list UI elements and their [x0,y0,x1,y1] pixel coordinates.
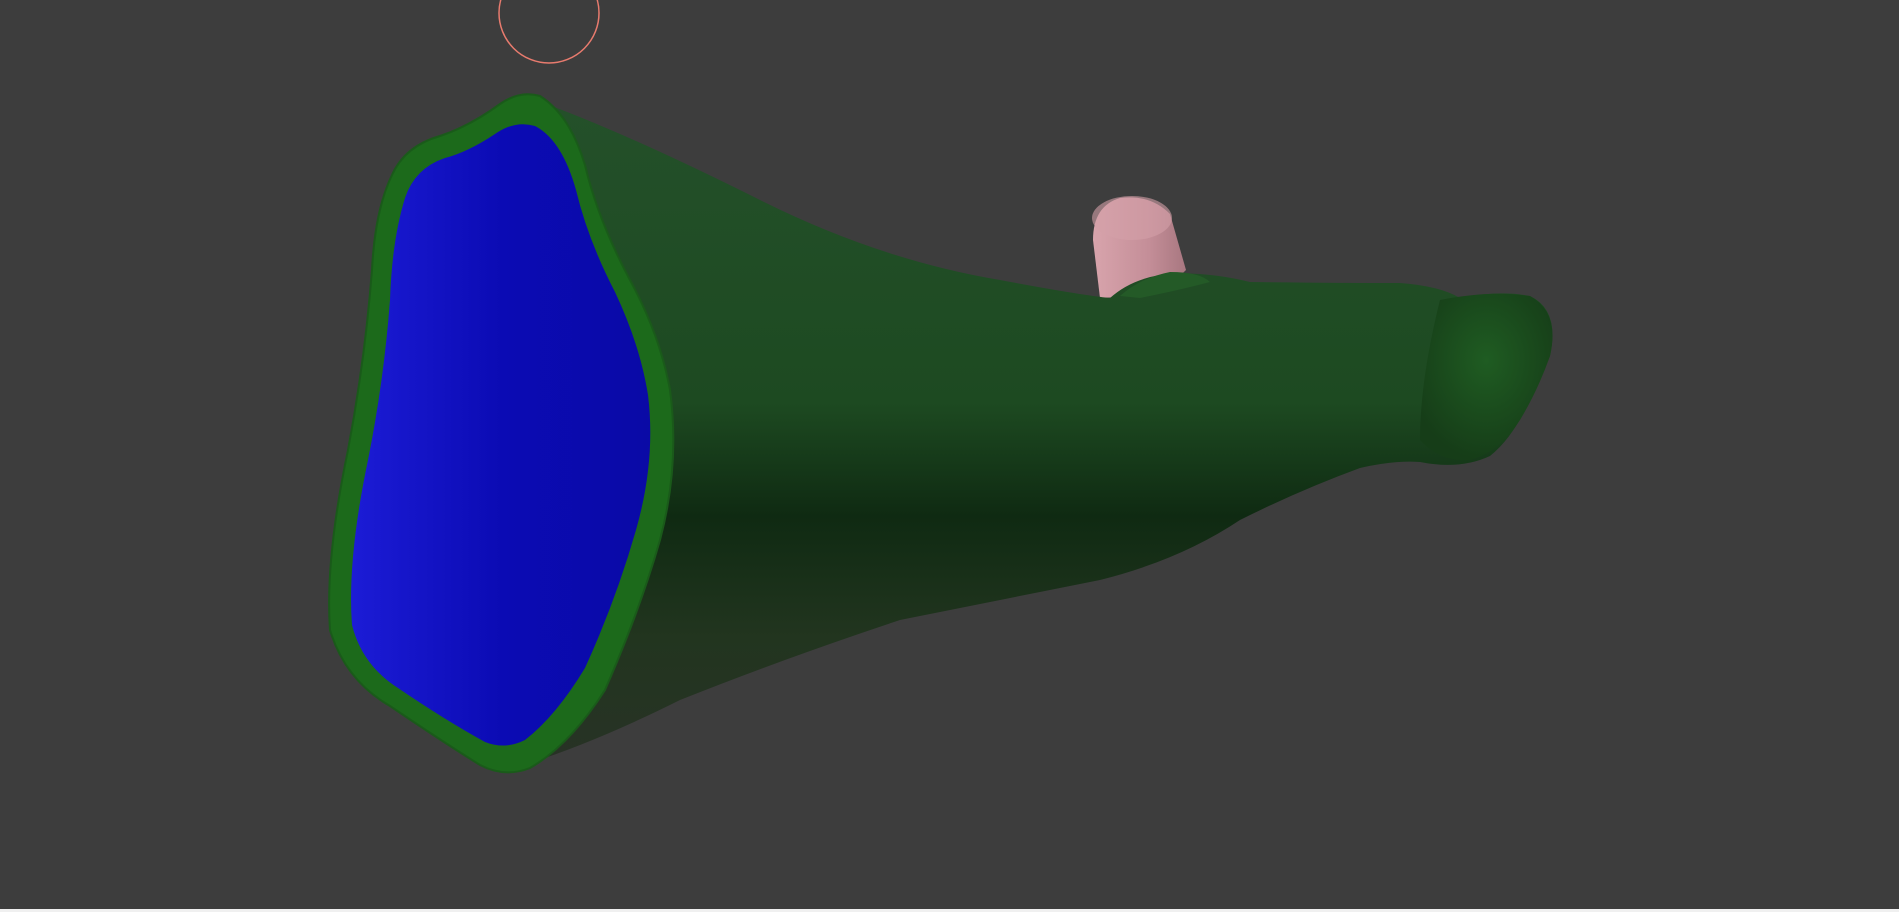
3d-viewport[interactable] [0,0,1899,909]
brush-cursor-icon [498,0,600,64]
viewport-scene [328,0,1553,774]
